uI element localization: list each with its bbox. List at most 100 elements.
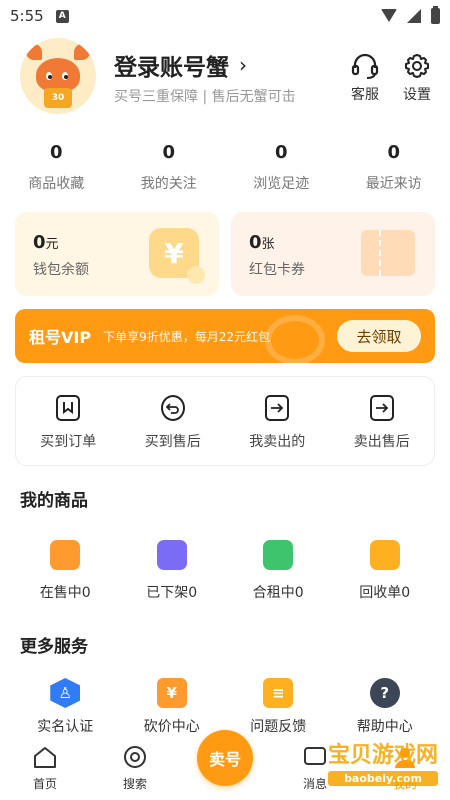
status-time: 5:55 [10,7,44,25]
service-help[interactable]: ? 帮助中心 [332,678,439,736]
stat-label: 我的关注 [140,176,197,192]
bookmark-icon [56,395,81,421]
balance-value: 0 [33,232,46,253]
tab-message-label: 消息 [302,777,327,791]
order-sold-aftersale[interactable]: 卖出售后 [330,377,435,465]
login-title-text: 登录账号蟹 [114,55,229,81]
service-feedback[interactable]: ≡ 问题反馈 [225,678,332,736]
vip-banner[interactable]: 租号VIP 下单享9折优惠，每月22元红包 去领取 [15,309,435,363]
shared-rent-icon [263,540,294,570]
home-icon [34,747,56,768]
avatar-badge: 30 [44,88,72,108]
signal-icon [407,9,421,23]
goods-shared-rent[interactable]: 合租中0 [225,540,332,602]
goods-label: 回收单0 [359,585,411,601]
crab-eye-left [44,70,54,82]
delisted-icon [156,540,187,570]
vip-decoration [265,315,325,363]
stat-value: 0 [162,142,176,163]
service-label: 实名认证 [37,719,94,735]
gear-icon [405,54,429,78]
profile-header: 30 登录账号蟹 › 买号三重保障 | 售后无蟹可击 客服 设置 [20,38,435,118]
help-icon: ? [369,678,400,708]
avatar[interactable]: 30 [20,38,96,114]
stat-label: 浏览足迹 [253,176,310,192]
bargain-icon: ¥ [156,678,187,708]
feedback-icon: ≡ [263,678,294,708]
service-real-name[interactable]: ♙ 实名认证 [12,678,119,736]
coupon-unit: 张 [261,237,275,252]
goods-recycle[interactable]: 回收单0 [332,540,439,602]
sell-button[interactable]: 卖号 [197,730,253,786]
vip-description: 下单享9折优惠，每月22元红包 [103,329,270,344]
goods-label: 合租中0 [252,585,304,601]
return-icon [160,395,185,421]
goods-label: 已下架0 [146,585,198,601]
balance-unit: 元 [45,237,59,252]
message-icon [304,747,326,765]
order-label: 买到售后 [144,434,201,450]
tab-search-label: 搜索 [122,777,147,791]
tab-search[interactable]: 搜索 [90,745,180,792]
yen-dot [187,266,205,284]
tab-sell[interactable]: 卖号 [180,730,270,792]
goods-delisted[interactable]: 已下架0 [119,540,226,602]
yen-wallet-icon: ¥ [149,228,205,284]
wallet-balance-card[interactable]: 0元 钱包余额 ¥ [15,212,219,296]
on-sale-icon [50,540,81,570]
search-icon [124,746,146,768]
stat-favorites[interactable]: 0 商品收藏 [0,142,113,193]
order-bought[interactable]: 买到订单 [16,377,121,465]
status-bar: 5:55 A [0,0,450,32]
chevron-right-icon: › [239,53,247,77]
yen-symbol: ¥ [164,236,184,270]
tab-home-label: 首页 [32,777,57,791]
stats-row: 0 商品收藏 0 我的关注 0 浏览足迹 0 最近来访 [0,142,450,193]
my-goods-title: 我的商品 [20,491,88,511]
goods-row: 在售中0 已下架0 合租中0 回收单0 [0,540,450,602]
stat-label: 最近来访 [365,176,422,192]
watermark-sub: baobeiy.com [327,771,438,786]
stat-visitors[interactable]: 0 最近来访 [338,142,450,193]
ticket-icon [361,230,415,276]
coupon-value: 0 [249,232,262,253]
order-bought-aftersale[interactable]: 买到售后 [121,377,226,465]
service-bargain[interactable]: ¥ 砍价中心 [119,678,226,736]
services-row: ♙ 实名认证 ¥ 砍价中心 ≡ 问题反馈 ? 帮助中心 [0,678,450,736]
watermark-main: 宝贝游戏网 [327,743,438,768]
arrow-right-icon [369,395,394,421]
tab-home[interactable]: 首页 [0,745,90,792]
order-sold[interactable]: 我卖出的 [225,377,330,465]
stat-history[interactable]: 0 浏览足迹 [225,142,338,193]
crab-claw-right [74,44,90,60]
customer-service-button[interactable]: 客服 [345,52,385,104]
coupon-card[interactable]: 0张 红包卡券 [231,212,435,296]
shield-user-icon: ♙ [50,678,81,708]
crab-eye-right [60,70,70,82]
login-subtitle: 买号三重保障 | 售后无蟹可击 [114,89,296,105]
order-label: 卖出售后 [353,434,410,450]
crab-body [36,58,80,92]
recycle-icon [369,540,400,570]
wallet-row: 0元 钱包余额 ¥ 0张 红包卡券 [15,212,435,296]
customer-service-label: 客服 [351,87,379,103]
arrow-right-icon [265,395,290,421]
orders-panel: 买到订单 买到售后 我卖出的 卖出售后 [15,376,435,466]
goods-on-sale[interactable]: 在售中0 [12,540,119,602]
login-button[interactable]: 登录账号蟹 › [114,48,247,82]
stat-value: 0 [274,142,288,163]
service-label: 帮助中心 [356,719,413,735]
goods-label: 在售中0 [39,585,91,601]
stat-value: 0 [387,142,401,163]
battery-icon [431,6,440,24]
notification-a-icon: A [55,9,69,23]
more-services-title: 更多服务 [20,637,88,657]
crab-claw-left [26,44,42,60]
headset-icon [351,53,379,79]
settings-button[interactable]: 设置 [397,52,437,104]
order-label: 买到订单 [40,434,97,450]
stat-follows[interactable]: 0 我的关注 [113,142,226,193]
vip-claim-button[interactable]: 去领取 [337,320,421,352]
vip-title: 租号VIP [29,328,92,347]
watermark: 宝贝游戏网 baobeiy.com [327,737,438,786]
